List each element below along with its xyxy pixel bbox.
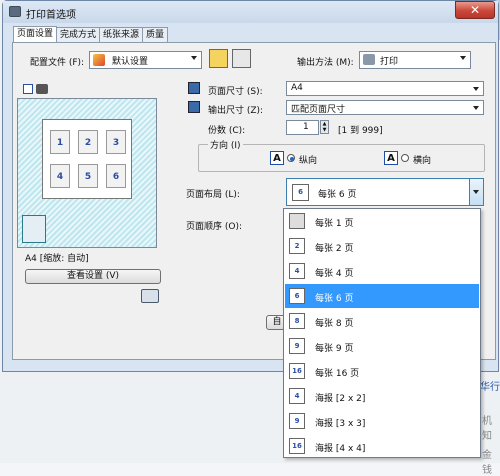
chevron-down-icon xyxy=(191,56,197,60)
chevron-down-icon xyxy=(473,87,479,91)
one-up-icon xyxy=(289,213,305,229)
page-size-value: A4 xyxy=(291,83,303,93)
copies-range: [1 到 999] xyxy=(338,126,383,136)
page-size-label: 页面尺寸 (S): xyxy=(208,87,263,97)
config-value: 默认设置 xyxy=(112,57,149,67)
landscape-icon: A xyxy=(384,151,398,165)
copies-stepper[interactable]: ▲ ▼ xyxy=(320,120,329,134)
dropdown-item-label: 海报 [2 x 2] xyxy=(315,394,366,404)
output-size-icon xyxy=(188,101,200,113)
dropdown-item-label: 每张 16 页 xyxy=(315,369,360,379)
dropdown-item-label: 海报 [3 x 3] xyxy=(315,419,366,429)
printer-info-icon[interactable] xyxy=(141,289,159,303)
paper-stack-icon xyxy=(22,215,46,243)
page-size-icon xyxy=(188,82,200,94)
window-title: 打印首选项 xyxy=(26,10,76,21)
portrait-icon: A xyxy=(270,151,284,165)
portrait-label: 纵向 xyxy=(299,156,318,166)
preview-cell: 6 xyxy=(106,164,126,188)
poster-4x4-icon: 16 xyxy=(289,438,305,454)
dropdown-item-16up[interactable]: 16 每张 16 页 xyxy=(285,359,479,383)
output-method-select[interactable]: 打印 xyxy=(359,51,471,69)
chevron-down-icon xyxy=(460,56,466,60)
add-profile-icon[interactable] xyxy=(209,49,228,68)
two-up-icon: 2 xyxy=(289,238,305,254)
dropdown-item-label: 每张 8 页 xyxy=(315,319,354,329)
dropdown-item-poster-2x2[interactable]: 4 海报 [2 x 2] xyxy=(285,384,479,408)
dropdown-item-label: 每张 2 页 xyxy=(315,244,354,254)
nine-up-icon: 9 xyxy=(289,338,305,354)
background-text-2: 机知 xyxy=(482,416,492,442)
page-layout-dropdown: 每张 1 页 2 每张 2 页 4 每张 4 页 6 每张 6 页 8 每张 8… xyxy=(283,208,481,458)
output-size-value: 匹配页面尺寸 xyxy=(291,105,346,115)
tab-finishing[interactable]: 完成方式 xyxy=(56,27,101,42)
chevron-down-icon xyxy=(473,190,479,194)
dropdown-item-label: 每张 1 页 xyxy=(315,219,354,229)
printer-icon xyxy=(363,54,375,65)
dropdown-item-poster-4x4[interactable]: 16 海报 [4 x 4] xyxy=(285,434,479,458)
output-method-label: 输出方法 (M): xyxy=(297,58,354,68)
output-size-label: 输出尺寸 (Z): xyxy=(208,106,264,116)
preview-cell: 5 xyxy=(78,164,98,188)
background-text-3: 金钱 xyxy=(482,450,492,476)
preview-caption: A4 [缩放: 自动] xyxy=(25,254,89,264)
page-size-select[interactable]: A4 xyxy=(286,81,484,96)
preview-cell: 3 xyxy=(106,130,126,154)
page-layout-select[interactable]: 6 每张 6 页 xyxy=(286,178,484,206)
preview-sheet: 1 2 3 4 5 6 xyxy=(42,119,132,199)
close-button[interactable]: ✕ xyxy=(455,1,495,19)
portrait-radio[interactable] xyxy=(287,154,295,162)
page-layout-label: 页面布局 (L): xyxy=(186,190,240,200)
dropdown-item-2up[interactable]: 2 每张 2 页 xyxy=(285,234,479,258)
poster-3x3-icon: 9 xyxy=(289,413,305,429)
page-layout-value: 每张 6 页 xyxy=(318,190,357,200)
preview-cell: 1 xyxy=(50,130,70,154)
output-method-value: 打印 xyxy=(380,57,399,67)
dropdown-item-4up[interactable]: 4 每张 4 页 xyxy=(285,259,479,283)
dropdown-item-label: 每张 4 页 xyxy=(315,269,354,279)
six-up-icon: 6 xyxy=(289,288,305,304)
background-text-1: 华行 xyxy=(480,382,500,393)
preview-cell: 4 xyxy=(50,164,70,188)
poster-2x2-icon: 4 xyxy=(289,388,305,404)
printer-icon xyxy=(9,6,21,17)
layout-preview: 1 2 3 4 5 6 xyxy=(17,98,157,248)
chevron-down-icon xyxy=(473,106,479,110)
dropdown-item-label: 每张 6 页 xyxy=(315,294,354,304)
page-order-label: 页面顺序 (O): xyxy=(186,222,242,232)
dropdown-item-9up[interactable]: 9 每张 9 页 xyxy=(285,334,479,358)
tab-strip: 页面设置 完成方式 纸张来源 质量 xyxy=(13,26,169,43)
tab-paper-source[interactable]: 纸张来源 xyxy=(99,27,144,42)
config-label: 配置文件 (F): xyxy=(30,58,85,68)
landscape-radio[interactable] xyxy=(401,154,409,162)
copies-value: 1 xyxy=(303,122,309,132)
portrait-page-icon xyxy=(23,84,33,94)
preview-cell: 2 xyxy=(78,130,98,154)
title-bar[interactable]: 打印首选项 ✕ xyxy=(3,1,498,23)
eight-up-icon: 8 xyxy=(289,313,305,329)
dropdown-item-8up[interactable]: 8 每张 8 页 xyxy=(285,309,479,333)
dropdown-item-poster-3x3[interactable]: 9 海报 [3 x 3] xyxy=(285,409,479,433)
dropdown-item-6up[interactable]: 6 每张 6 页 xyxy=(285,284,479,308)
config-select[interactable]: 默认设置 xyxy=(89,51,202,69)
four-up-icon: 4 xyxy=(289,263,305,279)
profile-icon xyxy=(93,54,105,66)
sixteen-up-icon: 16 xyxy=(289,363,305,379)
landscape-label: 横向 xyxy=(413,156,432,166)
view-settings-button[interactable]: 查看设置 (V) xyxy=(25,269,161,284)
tab-page-setup[interactable]: 页面设置 xyxy=(13,26,58,43)
dropdown-item-label: 海报 [4 x 4] xyxy=(315,444,366,454)
printer-small-icon xyxy=(36,84,48,94)
dropdown-item-label: 每张 9 页 xyxy=(315,344,354,354)
tab-quality[interactable]: 质量 xyxy=(142,27,169,42)
copies-input[interactable]: 1 xyxy=(286,120,319,135)
output-size-select[interactable]: 匹配页面尺寸 xyxy=(286,100,484,115)
dropdown-item-1up[interactable]: 每张 1 页 xyxy=(285,209,479,233)
edit-profile-icon[interactable] xyxy=(232,49,251,68)
six-up-icon: 6 xyxy=(292,184,309,201)
copies-label: 份数 (C): xyxy=(208,126,246,136)
orientation-label: 方向 (I) xyxy=(208,138,243,151)
